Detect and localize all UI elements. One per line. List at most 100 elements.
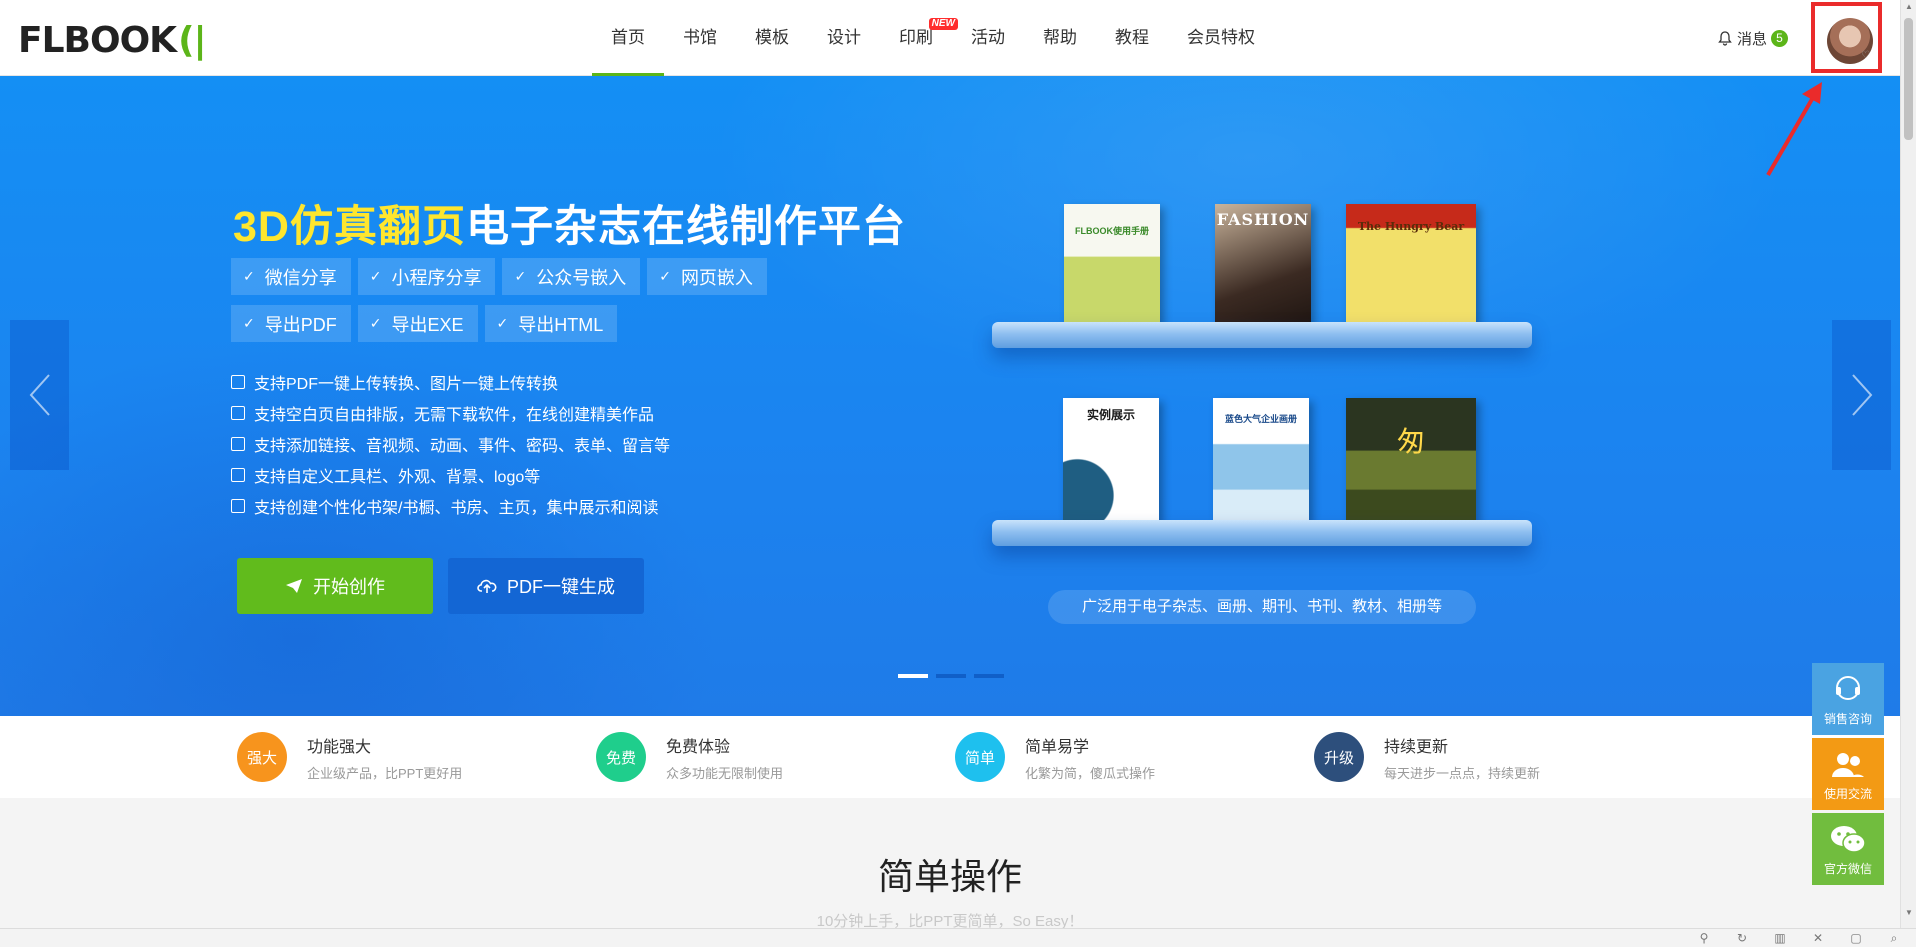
convert-icon: [231, 374, 245, 389]
tag-official-account: ✓ 公众号嵌入: [502, 258, 641, 295]
user-community-button[interactable]: 使用交流: [1812, 738, 1884, 810]
pin-icon[interactable]: ⚲: [1696, 930, 1712, 946]
messages-label: 消息: [1737, 31, 1768, 48]
start-creating-button[interactable]: 开始创作: [237, 558, 433, 614]
mute-icon[interactable]: ✕: [1810, 930, 1826, 946]
nav-membership[interactable]: 会员特权: [1168, 0, 1274, 76]
advantages-strip: 强大 功能强大企业级产品，比PPT更好用 免费 免费体验 众多功能无限制使用 简单…: [0, 716, 1900, 798]
advantage-item: 升级 持续更新每天进步一点点，持续更新: [1314, 732, 1540, 782]
red-arrow-annotation: [1766, 82, 1822, 177]
hero-title: 3D仿真翻页电子杂志在线制作平台: [233, 192, 906, 254]
bell-icon: [1718, 31, 1732, 46]
advantage-title: 简单易学: [1025, 738, 1090, 756]
nav-design[interactable]: 设计: [808, 0, 880, 76]
paper-plane-icon: [286, 579, 302, 593]
usage-caption: 广泛用于电子杂志、画册、期刊、书刊、教材、相册等: [1048, 590, 1476, 624]
nav-help[interactable]: 帮助: [1024, 0, 1096, 76]
tag-export-exe: ✓ 导出EXE: [357, 305, 478, 342]
slide-indicator: [898, 674, 1012, 678]
tag-miniprogram-share: ✓ 小程序分享: [357, 258, 496, 295]
window-icon[interactable]: ▢: [1848, 930, 1864, 946]
official-wechat-button[interactable]: 官方微信: [1812, 813, 1884, 885]
advantage-badge: 升级: [1314, 732, 1364, 782]
nav-print[interactable]: 印刷 NEW: [880, 0, 958, 76]
advantage-desc: 企业级产品，比PPT更好用: [307, 765, 463, 781]
advantage-item: 免费 免费体验 众多功能无限制使用: [596, 732, 783, 782]
hero-title-rest: 电子杂志在线制作平台: [465, 203, 906, 251]
nav-library[interactable]: 书馆: [664, 0, 736, 76]
slide-dot[interactable]: [936, 674, 966, 678]
slide-dot[interactable]: [898, 674, 928, 678]
nav-events[interactable]: 活动: [952, 0, 1024, 76]
pdf-generate-button[interactable]: PDF一键生成: [448, 558, 644, 614]
zoom-icon[interactable]: ⌕: [1886, 930, 1902, 946]
bookshelf: [992, 520, 1532, 546]
layout-icon: [231, 405, 245, 420]
slider-prev-button[interactable]: [10, 320, 69, 470]
check-icon: ✓: [659, 268, 671, 284]
site-header: FLBOOK (| 首页 书馆 模板 设计 印刷 NEW 活动 帮助 教程 会员特权…: [0, 0, 1900, 76]
advantage-desc: 每天进步一点点，持续更新: [1384, 765, 1541, 781]
flbook-logo[interactable]: FLBOOK (|: [18, 20, 207, 61]
trash-icon[interactable]: ▥: [1772, 930, 1788, 946]
tag-export-pdf: ✓ 导出PDF: [231, 305, 351, 342]
book-cover[interactable]: The Hungry Bear: [1346, 204, 1476, 334]
advantage-badge: 免费: [596, 732, 646, 782]
advantage-badge: 简单: [955, 732, 1005, 782]
advantage-desc: 众多功能无限制使用: [666, 765, 784, 781]
scroll-up-arrow-icon[interactable]: ▲: [1905, 2, 1913, 11]
slide-dot[interactable]: [974, 674, 1004, 678]
browser-status-bar: ⚲ ↻ ▥ ✕ ▢ ⌕: [0, 928, 1916, 947]
check-icon: ✓: [514, 268, 527, 284]
feature-tags: ✓ 微信分享 ✓ 小程序分享 ✓ 公众号嵌入 ✓ 网页嵌入 ✓ 导出PDF ✓ 导出EXE ✓ 导出HTM…: [231, 258, 791, 352]
avatar-highlight-box: ♡: [1811, 2, 1882, 73]
book-cover[interactable]: 匆: [1346, 398, 1476, 528]
feature-item: 支持添加链接、音视频、动画、事件、密码、表单、留言等: [231, 428, 670, 459]
nav-templates[interactable]: 模板: [736, 0, 808, 76]
media-icon: [231, 436, 245, 451]
check-icon: ✓: [496, 315, 509, 331]
book-cover[interactable]: 蓝色大气企业画册: [1213, 398, 1309, 528]
advantage-desc: 化繁为简，傻瓜式操作: [1025, 765, 1156, 781]
messages-count-badge: 5: [1771, 30, 1789, 47]
advantage-badge: 强大: [237, 732, 287, 782]
bookshelf: [992, 322, 1532, 348]
advantage-item: 简单 简单易学化繁为简，傻瓜式操作: [955, 732, 1155, 782]
book-cover[interactable]: FLBOOK使用手册: [1064, 204, 1160, 334]
tag-web-embed: ✓ 网页嵌入: [647, 258, 767, 295]
cloud-upload-icon: [477, 579, 497, 593]
slider-next-button[interactable]: [1832, 320, 1891, 470]
main-nav: 首页 书馆 模板 设计 印刷 NEW 活动 帮助 教程 会员特权: [592, 0, 1274, 76]
logo-bracket: (|: [178, 20, 207, 61]
chevron-left-icon: [29, 374, 50, 416]
tag-wechat-share: ✓ 微信分享: [231, 258, 351, 295]
messages-link[interactable]: 消息 5: [1718, 28, 1789, 49]
logo-text: FLBOOK: [18, 20, 177, 61]
section-title: 简单操作: [877, 856, 1022, 897]
check-icon: ✓: [243, 268, 255, 284]
users-icon: [1832, 753, 1864, 777]
tag-export-html: ✓ 导出HTML: [484, 305, 618, 342]
scrollbar-thumb[interactable]: [1904, 18, 1913, 140]
nav-home[interactable]: 首页: [592, 0, 664, 76]
nav-tutorials[interactable]: 教程: [1096, 0, 1168, 76]
bookshelf-icon: [231, 498, 245, 513]
scroll-down-arrow-icon[interactable]: ▼: [1905, 908, 1913, 917]
advantage-item: 强大 功能强大企业级产品，比PPT更好用: [237, 732, 462, 782]
hero-title-highlight: 3D仿真翻页: [233, 203, 466, 251]
check-icon: ✓: [243, 315, 255, 331]
check-icon: ✓: [369, 268, 382, 284]
feature-list: 支持PDF一键上传转换、图片一键上传转换 支持空白页自由排版，无需下载软件，在线…: [231, 366, 670, 521]
sales-consult-button[interactable]: 销售咨询: [1812, 663, 1884, 735]
advantage-title: 功能强大: [307, 738, 372, 756]
check-icon: ✓: [369, 315, 382, 331]
book-cover[interactable]: FASHION: [1215, 204, 1311, 334]
feature-item: 支持PDF一键上传转换、图片一键上传转换: [231, 366, 670, 397]
headset-icon: [1836, 676, 1860, 700]
heart-icon: ♡: [1861, 50, 1870, 61]
hero-banner: 3D仿真翻页电子杂志在线制作平台 ✓ 微信分享 ✓ 小程序分享 ✓ 公众号嵌入 ✓ 网页嵌入 ✓…: [0, 76, 1900, 716]
book-cover[interactable]: 实例展示: [1063, 398, 1159, 528]
page-scrollbar[interactable]: ▲ ▼: [1900, 0, 1916, 947]
refresh-icon[interactable]: ↻: [1734, 930, 1750, 946]
advantage-title: 持续更新: [1384, 738, 1449, 756]
